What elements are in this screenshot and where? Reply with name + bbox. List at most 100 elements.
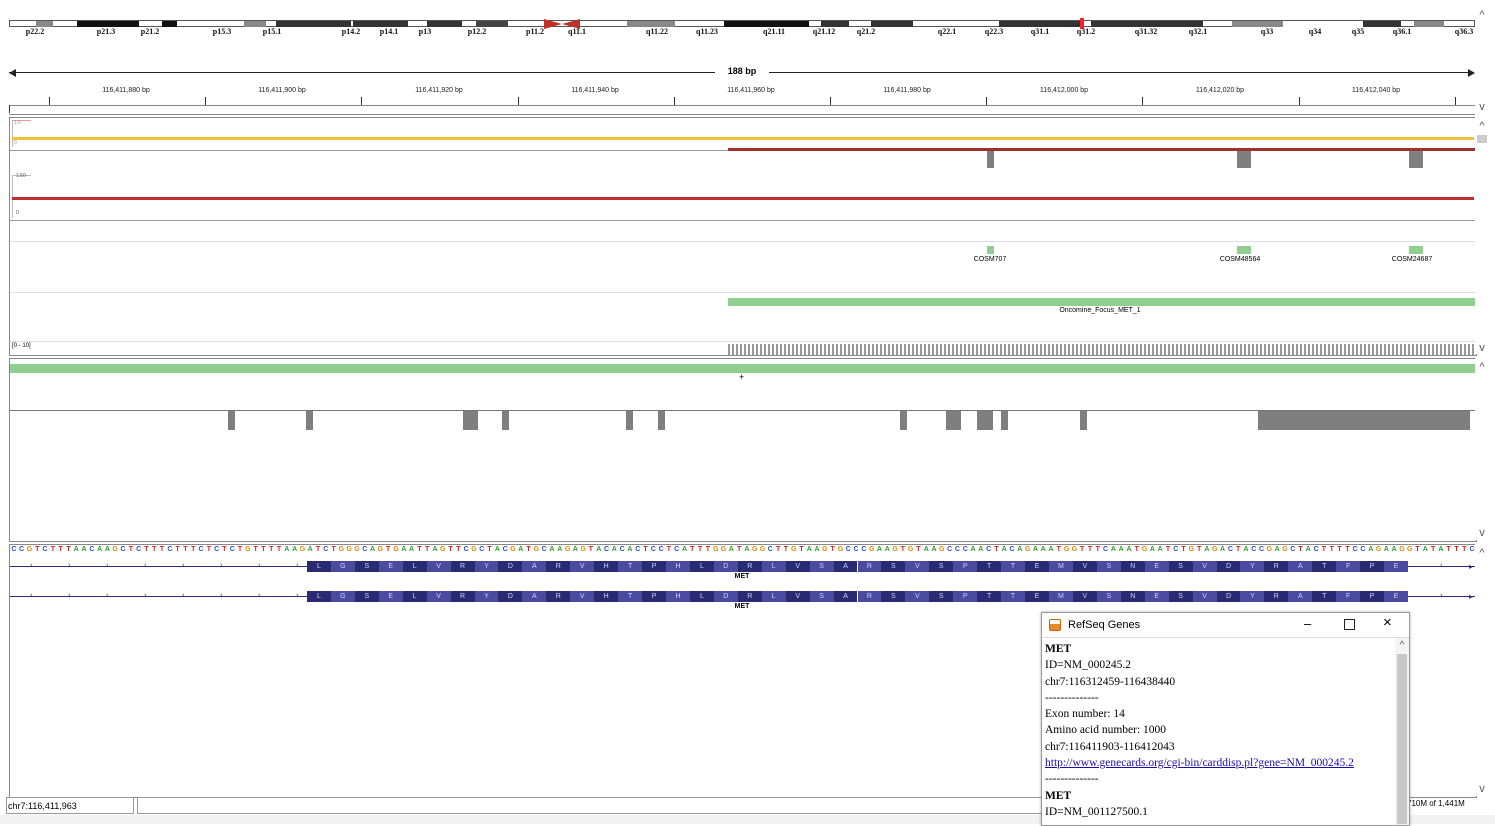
amino-acid[interactable]: D [1216, 591, 1241, 602]
amino-acid[interactable]: E [1384, 591, 1408, 602]
amino-acid[interactable]: R [737, 561, 762, 572]
amino-acid[interactable]: T [618, 591, 643, 602]
amino-acid[interactable]: V [905, 591, 930, 602]
coverage-track[interactable]: 1.5 0 [10, 118, 1476, 151]
coverage-track-2[interactable] [10, 148, 1476, 169]
amino-acid[interactable]: V [1072, 561, 1097, 572]
upper-track-panel[interactable]: 1.5 0 1.50 0 COSM707 COSM48564 COSM24687… [9, 117, 1477, 356]
amino-acid[interactable]: P [642, 561, 666, 572]
amino-acid[interactable]: A [1288, 561, 1313, 572]
amino-acid[interactable]: S [1168, 591, 1193, 602]
amino-acid[interactable]: E [1384, 561, 1408, 572]
amino-acid[interactable]: F [1336, 591, 1361, 602]
amino-acid[interactable]: P [1360, 591, 1385, 602]
amino-acid[interactable]: S [809, 561, 834, 572]
amino-acid[interactable]: R [546, 591, 571, 602]
amino-acid[interactable]: L [402, 561, 427, 572]
amino-acid[interactable]: V [1192, 561, 1217, 572]
amino-acid[interactable]: R [450, 561, 475, 572]
ruler-scroll-down[interactable]: v [1475, 100, 1489, 114]
amino-acid[interactable]: Y [1240, 561, 1265, 572]
amino-acid[interactable]: R [857, 561, 882, 572]
amino-acid[interactable]: Y [1240, 591, 1265, 602]
amino-acid[interactable]: H [666, 561, 690, 572]
amino-acid[interactable]: F [1336, 561, 1361, 572]
amino-acid[interactable]: R [1264, 591, 1289, 602]
amino-acid[interactable]: L [761, 591, 786, 602]
amino-acid[interactable]: S [809, 591, 834, 602]
amino-acid[interactable]: R [857, 591, 882, 602]
amino-acid[interactable]: L [307, 561, 331, 572]
amino-acid[interactable]: H [594, 591, 619, 602]
amino-acid[interactable]: T [977, 561, 1002, 572]
amino-acid[interactable]: L [307, 591, 331, 602]
amino-acid[interactable]: S [1096, 561, 1121, 572]
amino-acid[interactable]: D [498, 561, 523, 572]
amino-acid[interactable]: E [378, 591, 403, 602]
amino-acid[interactable]: L [402, 591, 427, 602]
amino-acid[interactable]: Y [474, 591, 499, 602]
amino-acid[interactable]: G [330, 561, 355, 572]
amino-acid[interactable]: P [642, 591, 666, 602]
amino-acid[interactable]: V [905, 561, 930, 572]
refseq-transcript-2[interactable]: MET › › › › › › › › › ▸ L G S E L V R Y D A R V H T P H L D R L V S A R S V… [10, 591, 1476, 613]
amino-acid[interactable]: M [1048, 591, 1073, 602]
maximize-icon[interactable] [1344, 619, 1355, 630]
amino-acid[interactable]: L [761, 561, 786, 572]
amino-acid[interactable]: S [929, 561, 954, 572]
amino-acid[interactable]: T [1312, 591, 1337, 602]
read-block[interactable] [502, 411, 509, 430]
panel-region-feature[interactable] [728, 298, 1476, 306]
read-block[interactable] [658, 411, 665, 430]
amino-acid[interactable]: V [570, 561, 595, 572]
amino-acid[interactable]: E [1144, 561, 1169, 572]
read-block[interactable] [463, 411, 478, 430]
amino-acid[interactable]: A [833, 591, 858, 602]
amino-acid[interactable]: E [1144, 591, 1169, 602]
amino-acid[interactable]: V [570, 591, 595, 602]
read-block[interactable] [1080, 411, 1087, 430]
refseq-genes-popup[interactable]: RefSeq Genes – × MET ID=NM_000245.2 chr7:1… [1041, 612, 1410, 826]
amino-acid[interactable]: V [785, 561, 810, 572]
ruler[interactable]: 188 bp 116,411,880 bp 116,411,900 bp 116,4… [9, 62, 1475, 115]
amino-acid[interactable]: R [450, 591, 475, 602]
refseq-transcript-1[interactable]: MET › › › › › › › › › ▸ L G S E L V R Y D A R V H T P H L D R L V S A R S V… [10, 561, 1476, 583]
amino-acid[interactable]: S [354, 591, 379, 602]
panel-region-track[interactable]: Oncomine_Focus_MET_1 [10, 292, 1476, 341]
amino-acid[interactable]: T [1312, 561, 1337, 572]
amino-acid[interactable]: V [1072, 591, 1097, 602]
chromosome-ideogram[interactable]: p22.2 p21.3 p21.2 p15.3 p15.1 p14.2 p14.1 p13 p1… [9, 18, 1475, 40]
amino-acid[interactable]: L [689, 561, 714, 572]
alignment-scrollbar[interactable]: ^ v [1475, 358, 1489, 540]
amino-acid[interactable]: T [1001, 561, 1026, 572]
read-block[interactable] [977, 411, 993, 430]
popup-scrollbar[interactable]: ^ [1395, 638, 1409, 825]
cosmic-feature[interactable] [1409, 246, 1423, 254]
amino-acid[interactable]: S [1096, 591, 1121, 602]
amino-acid[interactable]: A [833, 561, 858, 572]
popup-title-bar[interactable]: RefSeq Genes – × [1042, 613, 1409, 638]
amino-acid[interactable]: D [498, 591, 523, 602]
cosmic-feature[interactable] [987, 246, 994, 254]
amino-acid[interactable]: A [522, 561, 547, 572]
cosmic-track[interactable]: COSM707 COSM48564 COSM24687 [10, 241, 1476, 292]
read-block[interactable] [306, 411, 313, 430]
amino-acid[interactable]: S [881, 561, 906, 572]
amino-acid[interactable]: T [1001, 591, 1026, 602]
amino-acid[interactable]: P [953, 591, 978, 602]
amino-acid[interactable]: D [1216, 561, 1241, 572]
close-icon[interactable]: × [1383, 614, 1392, 631]
signal-track[interactable]: 1.50 0 [10, 170, 1476, 221]
gene-panel-scrollbar[interactable]: ^ v [1475, 544, 1489, 796]
amino-acid[interactable]: S [1168, 561, 1193, 572]
amino-acid[interactable]: S [354, 561, 379, 572]
cosmic-feature[interactable] [1237, 246, 1251, 254]
amino-acid[interactable]: E [378, 561, 403, 572]
minimize-icon[interactable]: – [1304, 616, 1311, 631]
ideogram-scroll-up[interactable]: ^ [1475, 8, 1489, 22]
amino-acid[interactable]: A [522, 591, 547, 602]
read-block[interactable] [1001, 411, 1008, 430]
alignment-panel[interactable]: + [9, 358, 1477, 542]
readcount-track[interactable]: [0 - 10] [10, 341, 1476, 356]
amino-acid[interactable]: P [953, 561, 978, 572]
